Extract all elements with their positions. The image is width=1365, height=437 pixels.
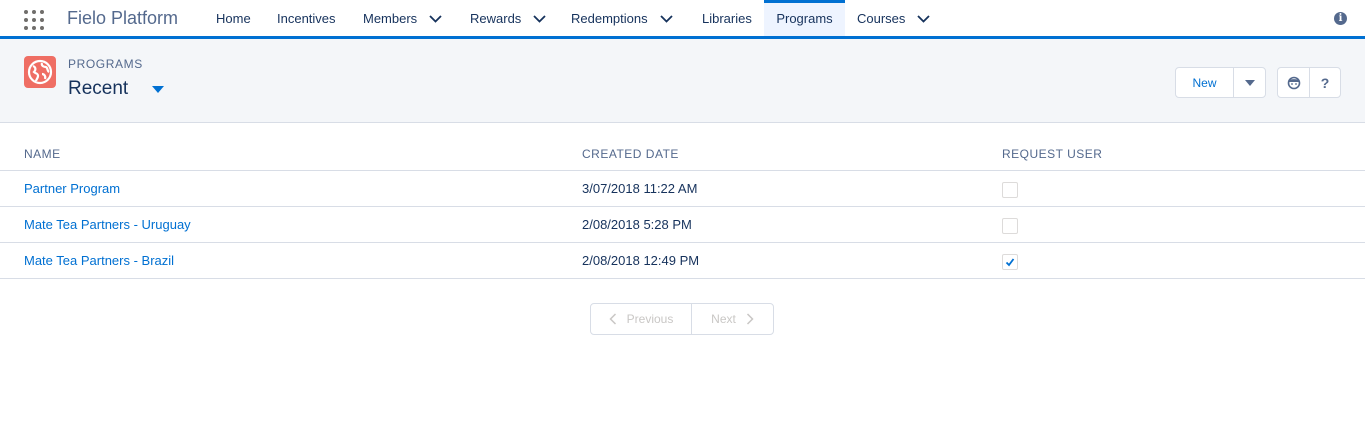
nav-item-home[interactable]: Home [204,0,263,36]
app-launcher-icon[interactable] [23,9,45,31]
table-row: Mate Tea Partners - Uruguay 2/08/2018 5:… [0,207,1365,243]
table-row: Mate Tea Partners - Brazil 2/08/2018 12:… [0,243,1365,279]
nav-item-redemptions[interactable]: Redemptions [559,0,685,36]
list-view-name: Recent [68,78,129,99]
nav-item-courses[interactable]: Courses [845,0,942,36]
list-view-selector[interactable]: Recent [68,78,165,100]
utility-button-group: ? [1277,67,1341,98]
table-row: Partner Program 3/07/2018 11:22 AM [0,171,1365,207]
previous-label: Previous [626,312,674,326]
created-date: 2/08/2018 12:49 PM [582,253,700,268]
more-actions-button[interactable] [1234,68,1265,97]
top-navigation: Fielo Platform Home Incentives Members R… [0,0,1365,39]
pagination: Previous Next [590,303,774,335]
programs-table: NAME CREATED DATE REQUEST USER Partner P… [0,137,1365,279]
nav-item-label: Courses [857,10,906,26]
chevron-down-icon[interactable] [429,12,442,25]
request-user-checkbox [1002,218,1018,234]
chevron-down-icon[interactable] [659,12,673,25]
nav-item-rewards[interactable]: Rewards [458,0,558,36]
globe-icon [24,56,56,88]
nav-item-label: Rewards [470,10,522,26]
face-icon[interactable] [1278,68,1309,97]
question-icon[interactable]: ? [1309,68,1340,97]
nav-item-label: Members [363,10,418,26]
next-label: Next [711,312,736,326]
nav-item-label: Incentives [277,10,336,26]
column-header-request-user[interactable]: REQUEST USER [1002,147,1102,161]
nav-item-libraries[interactable]: Libraries [690,0,764,36]
program-name-link[interactable]: Partner Program [24,181,120,196]
caret-down-icon [1244,79,1255,86]
program-name-link[interactable]: Mate Tea Partners - Uruguay [24,217,191,232]
nav-item-members[interactable]: Members [351,0,454,36]
table-header: NAME CREATED DATE REQUEST USER [0,137,1365,171]
nav-item-label: Programs [776,10,833,26]
info-icon[interactable]: i [1334,12,1347,25]
checkmark-icon [1005,258,1015,267]
list-view-header: PROGRAMS Recent New ? [0,39,1365,123]
request-user-checkbox [1002,254,1018,270]
column-header-created-date[interactable]: CREATED DATE [582,147,679,161]
previous-button[interactable]: Previous [591,304,692,334]
request-user-checkbox [1002,182,1018,198]
new-button[interactable]: New [1176,68,1234,97]
app-name: Fielo Platform [67,8,179,28]
object-label: PROGRAMS [68,57,143,71]
created-date: 2/08/2018 5:28 PM [582,217,692,232]
chevron-down-icon[interactable] [533,12,546,25]
new-button-group: New [1175,67,1266,98]
help-glyph: ? [1320,74,1330,91]
chevron-down-icon[interactable] [917,12,931,25]
nav-item-label: Redemptions [571,10,648,26]
caret-down-icon[interactable] [152,85,165,93]
created-date: 3/07/2018 11:22 AM [582,181,698,196]
column-header-name[interactable]: NAME [24,147,61,161]
nav-item-label: Home [216,10,251,26]
nav-item-programs[interactable]: Programs [764,0,845,36]
next-button[interactable]: Next [692,304,773,334]
program-name-link[interactable]: Mate Tea Partners - Brazil [24,253,174,268]
chevron-left-icon [609,313,616,325]
nav-item-label: Libraries [702,10,752,26]
chevron-right-icon [746,313,754,325]
nav-item-incentives[interactable]: Incentives [265,0,348,36]
